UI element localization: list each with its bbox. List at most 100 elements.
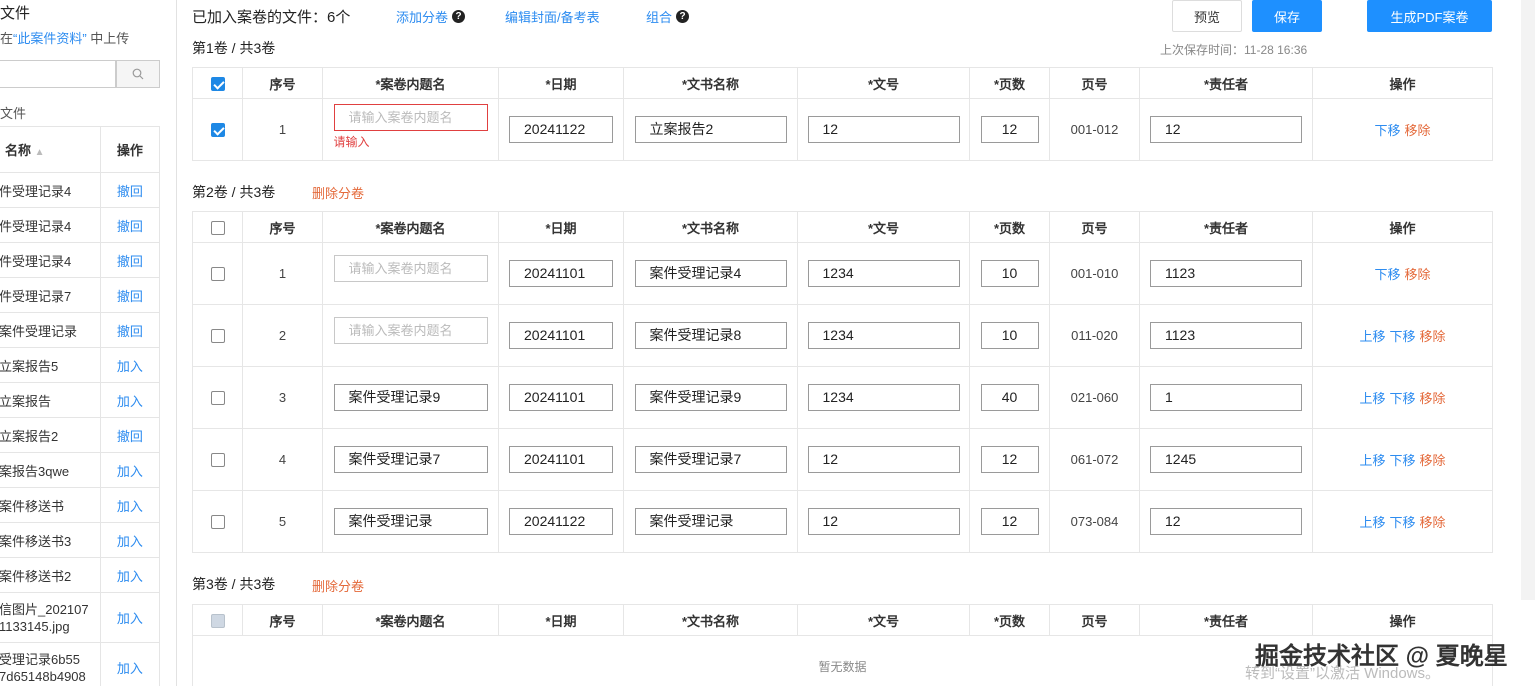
row-checkbox[interactable]	[210, 515, 225, 530]
doc-name-input[interactable]: 案件受理记录7	[634, 446, 787, 473]
inner-title-input[interactable]: 请输入案卷内题名	[333, 254, 488, 282]
delete-volume-3-button[interactable]: 删除分卷	[312, 576, 364, 595]
owner-input[interactable]: 12	[1150, 508, 1302, 535]
save-button[interactable]: 保存	[1252, 0, 1322, 32]
move-down-button[interactable]: 下移	[1389, 391, 1415, 406]
file-action-link[interactable]: 加入	[99, 557, 161, 593]
doc-name-input[interactable]: 案件受理记录4	[634, 260, 787, 287]
inner-title-input[interactable]: 案件受理记录9	[333, 384, 488, 411]
date-input[interactable]: 20241122	[509, 508, 613, 535]
file-action-link[interactable]: 加入	[99, 592, 161, 643]
move-down-button[interactable]: 下移	[1389, 453, 1415, 468]
preview-button[interactable]: 预览	[1172, 0, 1242, 32]
file-action-link[interactable]: 加入	[99, 452, 161, 488]
date-input[interactable]: 20241101	[509, 260, 613, 287]
doc-no-input[interactable]: 12	[807, 446, 960, 473]
file-action-link[interactable]: 加入	[99, 382, 161, 418]
row-checkbox-cell[interactable]	[192, 304, 243, 367]
file-search-input[interactable]	[0, 60, 116, 88]
date-input[interactable]: 20241122	[509, 116, 613, 143]
move-up-button[interactable]: 上移	[1359, 329, 1385, 344]
file-action-link[interactable]: 加入	[99, 347, 161, 383]
help-icon[interactable]: ?	[676, 10, 690, 23]
pages-input[interactable]: 12	[980, 446, 1039, 473]
owner-input[interactable]: 1123	[1150, 322, 1302, 349]
select-all-checkbox[interactable]	[210, 220, 225, 235]
move-up-button[interactable]: 上移	[1359, 391, 1385, 406]
delete-volume-2-button[interactable]: 删除分卷	[312, 183, 364, 202]
pages-input[interactable]: 40	[980, 384, 1039, 411]
row-checkbox-cell[interactable]	[192, 366, 243, 429]
doc-name-input[interactable]: 案件受理记录9	[634, 384, 787, 411]
remove-button[interactable]: 移除	[1420, 515, 1446, 530]
inner-title-input[interactable]: 案件受理记录	[333, 508, 488, 535]
doc-no-input[interactable]: 12	[807, 116, 960, 143]
combine-link[interactable]: 组合?	[646, 7, 690, 26]
row-checkbox[interactable]	[210, 267, 225, 282]
move-down-button[interactable]: 下移	[1374, 123, 1400, 138]
edit-cover-link[interactable]: 编辑封面/备考表	[505, 7, 600, 26]
doc-no-input[interactable]: 12	[807, 508, 960, 535]
doc-name-input[interactable]: 案件受理记录	[634, 508, 787, 535]
add-volume-link[interactable]: 添加分卷?	[396, 7, 466, 26]
row-checkbox[interactable]	[210, 391, 225, 406]
help-icon[interactable]: ?	[452, 10, 466, 23]
row-checkbox-cell[interactable]	[192, 490, 243, 553]
file-action-link[interactable]: 撤回	[99, 242, 161, 278]
pages-input[interactable]: 10	[980, 322, 1039, 349]
select-all-checkbox[interactable]	[210, 76, 225, 91]
select-all-checkbox-cell[interactable]	[192, 211, 243, 243]
generate-pdf-button[interactable]: 生成PDF案卷	[1367, 0, 1492, 32]
inner-title-input[interactable]: 案件受理记录7	[333, 446, 488, 473]
row-checkbox-cell[interactable]	[192, 242, 243, 305]
row-checkbox[interactable]	[210, 329, 225, 344]
remove-button[interactable]: 移除	[1420, 453, 1446, 468]
scrollbar[interactable]	[1521, 0, 1535, 600]
owner-input[interactable]: 12	[1150, 116, 1302, 143]
move-up-button[interactable]: 上移	[1359, 453, 1385, 468]
doc-name-input[interactable]: 立案报告2	[634, 116, 787, 143]
doc-no-input[interactable]: 1234	[807, 260, 960, 287]
row-checkbox-cell[interactable]	[192, 98, 243, 161]
row-checkbox[interactable]	[210, 123, 225, 138]
date-input[interactable]: 20241101	[509, 446, 613, 473]
move-down-button[interactable]: 下移	[1374, 267, 1400, 282]
select-all-checkbox-cell[interactable]	[192, 604, 243, 636]
move-up-button[interactable]: 上移	[1359, 515, 1385, 530]
file-action-link[interactable]: 撤回	[99, 417, 161, 453]
move-down-button[interactable]: 下移	[1389, 329, 1415, 344]
file-action-link[interactable]: 撤回	[99, 312, 161, 348]
date-input[interactable]: 20241101	[509, 384, 613, 411]
owner-input[interactable]: 1	[1150, 384, 1302, 411]
remove-button[interactable]: 移除	[1420, 329, 1446, 344]
remove-button[interactable]: 移除	[1405, 267, 1431, 282]
file-action-link[interactable]: 撤回	[99, 207, 161, 243]
pages-input[interactable]: 10	[980, 260, 1039, 287]
select-all-checkbox-cell[interactable]	[192, 67, 243, 99]
upload-hint-link[interactable]: “此案件资料”	[13, 31, 87, 46]
doc-no-input[interactable]: 1234	[807, 384, 960, 411]
doc-name-input[interactable]: 案件受理记录8	[634, 322, 787, 349]
file-name-header[interactable]: 名称 ▲︎	[0, 126, 101, 173]
pages-input[interactable]: 12	[980, 508, 1039, 535]
file-action-link[interactable]: 加入	[99, 522, 161, 558]
row-checkbox[interactable]	[210, 453, 225, 468]
file-action-link[interactable]: 加入	[99, 642, 161, 686]
remove-button[interactable]: 移除	[1420, 391, 1446, 406]
move-down-button[interactable]: 下移	[1389, 515, 1415, 530]
pages-input[interactable]: 12	[980, 116, 1039, 143]
owner-input[interactable]: 1245	[1150, 446, 1302, 473]
doc-no-input[interactable]: 1234	[807, 322, 960, 349]
file-search-button[interactable]	[116, 60, 160, 88]
date-input[interactable]: 20241101	[509, 322, 613, 349]
inner-title-input[interactable]: 请输入案卷内题名	[333, 316, 488, 344]
sort-icon[interactable]: ▲︎	[35, 147, 45, 158]
inner-title-input[interactable]: 请输入案卷内题名	[333, 103, 488, 131]
select-all-checkbox[interactable]	[210, 613, 225, 628]
file-action-link[interactable]: 加入	[99, 487, 161, 523]
row-checkbox-cell[interactable]	[192, 428, 243, 491]
file-action-link[interactable]: 撤回	[99, 172, 161, 208]
remove-button[interactable]: 移除	[1405, 123, 1431, 138]
file-action-link[interactable]: 撤回	[99, 277, 161, 313]
owner-input[interactable]: 1123	[1150, 260, 1302, 287]
